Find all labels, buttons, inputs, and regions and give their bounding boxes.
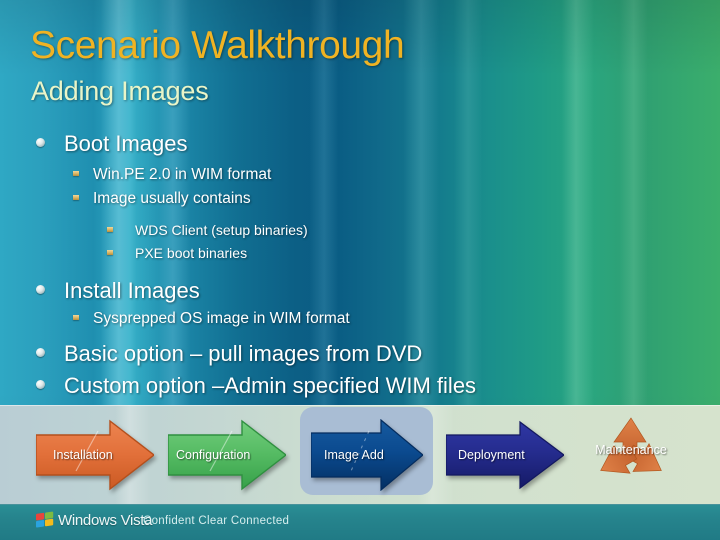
bullet-item: Sysprepped OS image in WIM format <box>73 310 350 328</box>
bullet-item: WDS Client (setup binaries) <box>107 222 308 238</box>
bullet-item: Basic option – pull images from DVD <box>36 341 422 367</box>
process-step-deployment[interactable]: Deployment <box>446 419 564 491</box>
bullet-marker-level1 <box>36 348 45 357</box>
bullet-text: Custom option –Admin specified WIM files <box>64 373 477 398</box>
bullet-marker-level1 <box>36 285 45 294</box>
bullet-text: Install Images <box>64 278 200 303</box>
process-step-label-maintenance: Maintenance <box>595 443 667 457</box>
arrow-shape-icon <box>446 419 564 491</box>
process-step-configuration[interactable]: Configuration <box>168 419 286 491</box>
bullet-marker-level3 <box>107 227 113 232</box>
bullet-text: Win.PE 2.0 in WIM format <box>93 166 272 183</box>
bullet-text: Image usually contains <box>93 190 251 207</box>
bullet-marker-level2 <box>73 195 79 200</box>
bullet-text: Basic option – pull images from DVD <box>64 341 423 366</box>
arrow-shape-icon <box>311 419 423 491</box>
process-step-image-add[interactable]: Image Add <box>311 419 423 491</box>
bullet-item: Image usually contains <box>73 190 251 208</box>
footer-tagline: Confident Clear Connected <box>143 515 290 527</box>
bullet-item: Boot Images <box>36 131 188 157</box>
windows-flag-icon <box>35 511 55 530</box>
bullet-marker-level3 <box>107 250 113 255</box>
bullet-item: Custom option –Admin specified WIM files <box>36 373 476 399</box>
arrow-shape-icon <box>168 419 286 491</box>
bullet-text: PXE boot binaries <box>135 245 248 261</box>
footer-brand: Windows Vista <box>58 512 153 529</box>
bullet-item: Win.PE 2.0 in WIM format <box>73 166 271 184</box>
bullet-marker-level1 <box>36 138 45 147</box>
bullet-text: Boot Images <box>64 131 188 156</box>
presentation-slide: Scenario Walkthrough Adding Images Boot … <box>0 0 720 540</box>
bullet-marker-level2 <box>73 171 79 176</box>
slide-subtitle: Adding Images <box>31 76 209 106</box>
bullet-text: WDS Client (setup binaries) <box>135 222 308 238</box>
slide-title: Scenario Walkthrough <box>30 24 405 67</box>
bullet-item: Install Images <box>36 278 200 304</box>
bullet-marker-level1 <box>36 380 45 389</box>
bullet-item: PXE boot binaries <box>107 245 247 261</box>
bullet-text: Sysprepped OS image in WIM format <box>93 310 350 327</box>
arrow-shape-icon <box>36 419 154 491</box>
process-step-installation[interactable]: Installation <box>36 419 154 491</box>
bullet-marker-level2 <box>73 315 79 320</box>
